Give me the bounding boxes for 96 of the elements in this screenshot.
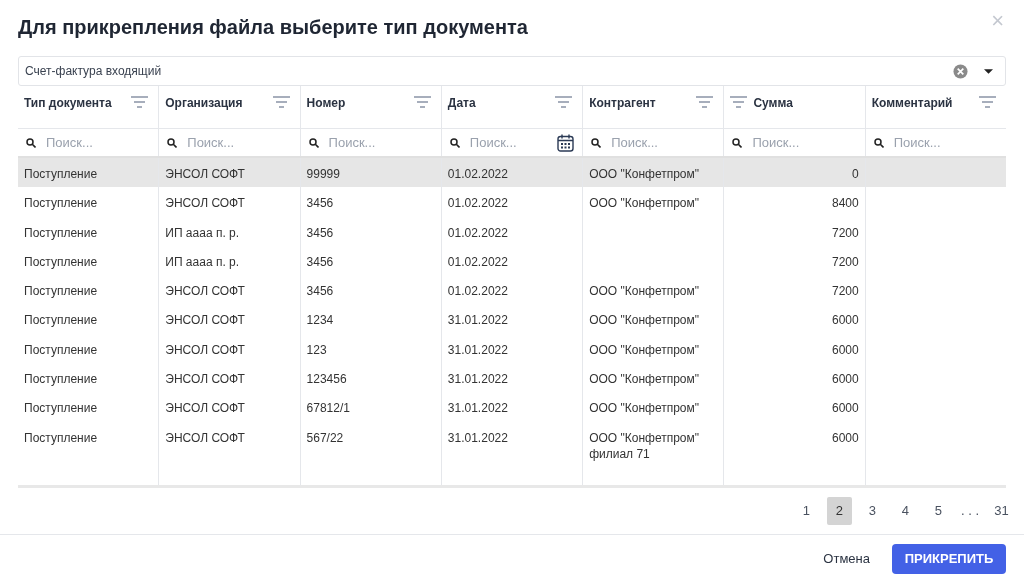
search-field[interactable]: Поиск...	[328, 132, 433, 153]
select-value: Счет-фактура входящий	[25, 63, 163, 80]
table-cell: 0	[852, 166, 859, 182]
table-cell: Поступление	[24, 341, 98, 358]
clear-icon[interactable]	[953, 63, 968, 79]
table-cell: ИП аааа п. р.	[165, 224, 240, 241]
table-cell: Поступление	[24, 312, 98, 329]
table-cell: ИП аааа п. р.	[165, 253, 240, 270]
table-cell: ООО "Конфетпром"	[589, 195, 699, 212]
table-cell: 3456	[306, 253, 334, 270]
table-cell: Поступление	[24, 283, 98, 300]
table-cell: 3456	[306, 283, 334, 300]
table-cell: 567/22	[306, 429, 344, 446]
search-icon	[732, 137, 743, 148]
search-icon	[167, 137, 178, 148]
search-icon	[591, 137, 602, 148]
filter-icon[interactable]	[696, 96, 714, 108]
column-header[interactable]: Тип документа	[24, 94, 126, 112]
table-cell: 31.01.2022	[447, 371, 508, 388]
filter-icon[interactable]	[272, 96, 290, 108]
table-cell: Поступление	[24, 195, 98, 212]
table-cell: 6000	[832, 341, 859, 358]
search-icon	[449, 137, 460, 148]
table-cell: 01.02.2022	[447, 283, 508, 300]
attach-button[interactable]: ПРИКРЕПИТЬ	[892, 543, 1006, 574]
table-cell: 31.01.2022	[447, 429, 508, 446]
table-cell-text: ООО "Конфетпром" филиал 71	[589, 429, 700, 462]
table-cell: ЭНСОЛ СОФТ	[165, 283, 245, 300]
search-field[interactable]: Поиск...	[893, 132, 998, 153]
search-icon	[308, 137, 319, 148]
table-cell: 31.01.2022	[447, 341, 508, 358]
table-cell: Поступление	[24, 253, 98, 270]
table-cell: Поступление	[24, 400, 98, 417]
filter-icon[interactable]	[730, 96, 748, 108]
table-cell: 01.02.2022	[447, 166, 508, 182]
column-header[interactable]: Сумма	[753, 94, 859, 112]
search-icon	[26, 137, 36, 148]
table-cell: ООО "Конфетпром"	[589, 341, 699, 358]
table-cell: Поступление	[24, 224, 98, 241]
page-button[interactable]: 2	[826, 497, 852, 525]
search-icon	[873, 137, 884, 148]
search-field[interactable]: Поиск...	[469, 132, 548, 153]
table-cell: 3456	[306, 224, 334, 241]
search-field[interactable]: Поиск...	[752, 132, 857, 153]
dialog-title: Для прикрепления файла выберите тип документа	[18, 15, 528, 40]
search-field[interactable]: Поиск...	[187, 132, 292, 153]
column-header[interactable]: Комментарий	[871, 94, 973, 112]
table-cell: ООО "Конфетпром"	[589, 166, 699, 182]
table-cell: 31.01.2022	[447, 312, 508, 329]
cancel-button[interactable]: Отмена	[821, 542, 872, 575]
column-header[interactable]: Номер	[306, 94, 408, 112]
table-cell: 01.02.2022	[447, 195, 508, 212]
table-cell: 3456	[306, 195, 334, 212]
table-cell: 6000	[832, 312, 859, 329]
table-cell: 01.02.2022	[447, 224, 508, 241]
table-cell: ЭНСОЛ СОФТ	[165, 195, 245, 212]
document-type-select[interactable]: Счет-фактура входящий	[18, 56, 1006, 86]
table-cell: 6000	[832, 371, 859, 388]
table-cell: 123456	[306, 371, 347, 388]
table-cell: 7200	[832, 224, 859, 241]
table-cell: Поступление	[24, 166, 98, 182]
table-cell: ЭНСОЛ СОФТ	[165, 341, 245, 358]
table-cell: ООО "Конфетпром"	[589, 283, 699, 300]
table-cell: ООО "Конфетпром"	[589, 312, 699, 329]
column-header[interactable]: Организация	[165, 94, 267, 112]
table-cell: 01.02.2022	[447, 253, 508, 270]
filter-icon[interactable]	[555, 96, 573, 108]
table-cell: 8400	[832, 195, 859, 212]
column-header[interactable]: Контрагент	[589, 94, 691, 112]
table-cell: ЭНСОЛ СОФТ	[165, 429, 245, 446]
table-cell: 6000	[832, 429, 859, 446]
page-ellipsis: . . .	[959, 502, 980, 521]
filter-icon[interactable]	[413, 96, 431, 108]
table-cell: ЭНСОЛ СОФТ	[165, 371, 245, 388]
table-cell: ООО "Конфетпром"	[589, 371, 699, 388]
table-cell: Поступление	[24, 371, 98, 388]
filter-icon[interactable]	[978, 96, 996, 108]
search-field[interactable]: Поиск...	[611, 132, 716, 153]
table-cell: 6000	[832, 400, 859, 417]
table-cell: 7200	[832, 283, 859, 300]
table-cell: ООО "Конфетпром"	[589, 400, 699, 417]
table-cell: ЭНСОЛ СОФТ	[165, 400, 245, 417]
table-cell: 123	[306, 341, 327, 358]
table-cell: 99999	[306, 166, 340, 182]
table-cell: ЭНСОЛ СОФТ	[165, 312, 245, 329]
calendar-icon[interactable]	[557, 133, 575, 152]
table-cell: ЭНСОЛ СОФТ	[165, 166, 245, 182]
column-header[interactable]: Дата	[447, 94, 550, 112]
table-cell: 67812/1	[306, 400, 350, 417]
filter-icon[interactable]	[131, 96, 149, 108]
dropdown-caret-icon[interactable]	[984, 68, 993, 74]
table-cell: Поступление	[24, 429, 98, 446]
table-cell: 1234	[306, 312, 334, 329]
search-field[interactable]: Поиск...	[46, 132, 151, 153]
table-cell: 7200	[832, 253, 859, 270]
table-cell: 31.01.2022	[447, 400, 508, 417]
